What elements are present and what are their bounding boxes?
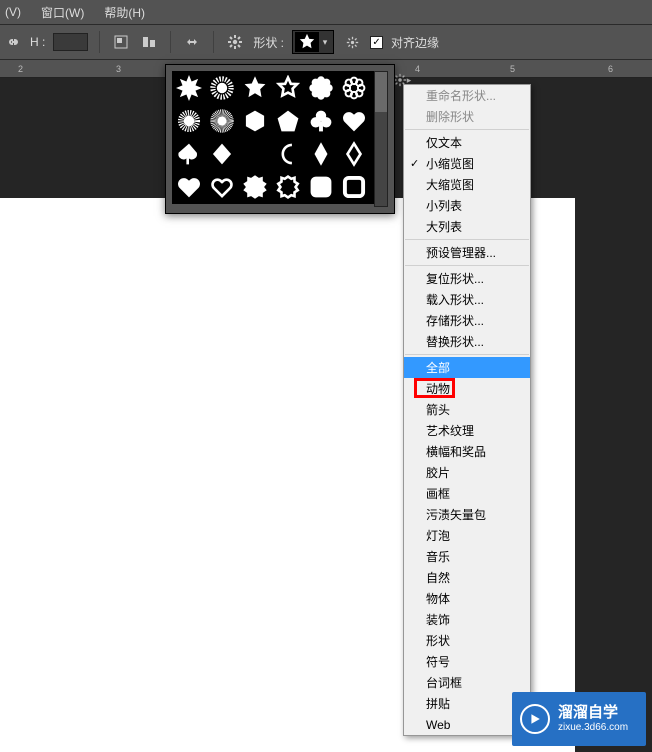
menu-all[interactable]: 全部 [404, 357, 530, 378]
shape-rounded-square[interactable] [305, 171, 337, 203]
arrange-icon[interactable] [182, 32, 202, 52]
menu-small-list[interactable]: 小列表 [404, 195, 530, 216]
menu-delete-shape: 删除形状 [404, 106, 530, 127]
menu-frames[interactable]: 画框 [404, 483, 530, 504]
menu-grime[interactable]: 污渍矢量包 [404, 504, 530, 525]
shape-moon-outline[interactable] [272, 138, 304, 170]
shape-moon-solid[interactable] [239, 138, 271, 170]
menu-rename-shape: 重命名形状... [404, 85, 530, 106]
shape-star-outline[interactable] [272, 72, 304, 104]
context-menu: 重命名形状... 删除形状 仅文本 小缩览图 大缩览图 小列表 大列表 预设管理… [403, 84, 531, 736]
menu-ornaments[interactable]: 装饰 [404, 609, 530, 630]
shape-rounded-square-outline[interactable] [338, 171, 370, 203]
menu-nature[interactable]: 自然 [404, 567, 530, 588]
watermark-url: zixue.3d66.com [558, 722, 628, 733]
shape-grid[interactable] [172, 71, 388, 204]
menu-preset-manager[interactable]: 预设管理器... [404, 242, 530, 263]
gear-icon[interactable] [225, 32, 245, 52]
align-edge-icon[interactable] [139, 32, 159, 52]
chevron-down-icon: ▾ [319, 32, 331, 52]
menu-film[interactable]: 胶片 [404, 462, 530, 483]
shape-heart-solid2[interactable] [173, 171, 205, 203]
shape-scrollbar[interactable] [374, 71, 388, 207]
menu-large-list[interactable]: 大列表 [404, 216, 530, 237]
shape-heart[interactable] [338, 105, 370, 137]
menu-reset-shapes[interactable]: 复位形状... [404, 268, 530, 289]
menu-art-textures[interactable]: 艺术纹理 [404, 420, 530, 441]
menu-light-bulbs[interactable]: 灯泡 [404, 525, 530, 546]
shape-flower[interactable] [305, 72, 337, 104]
shape-spade[interactable] [173, 138, 205, 170]
align-box-icon[interactable] [111, 32, 131, 52]
watermark: 溜溜自学 zixue.3d66.com [512, 692, 646, 746]
shape-diamond-outline[interactable] [338, 138, 370, 170]
shape-label: 形状 : [253, 34, 284, 51]
menu-replace-shapes[interactable]: 替换形状... [404, 331, 530, 352]
link-icon[interactable] [2, 32, 22, 52]
shape-diamond-solid[interactable] [206, 138, 238, 170]
menu-banners[interactable]: 横幅和奖品 [404, 441, 530, 462]
menu-animals[interactable]: 动物 [404, 378, 530, 399]
h-input[interactable] [53, 33, 88, 51]
h-label: H : [30, 35, 45, 49]
shape-panel [165, 64, 395, 214]
menu-load-shapes[interactable]: 载入形状... [404, 289, 530, 310]
shape-burst-12[interactable] [206, 72, 238, 104]
menu-music[interactable]: 音乐 [404, 546, 530, 567]
align-edges-label: 对齐边缘 [391, 34, 439, 51]
shape-seal-8[interactable] [239, 171, 271, 203]
menu-talk-bubbles[interactable]: 台词框 [404, 672, 530, 693]
shape-star-solid[interactable] [239, 72, 271, 104]
menu-view[interactable]: (V) [5, 5, 21, 19]
shape-club[interactable] [305, 105, 337, 137]
menu-large-thumb[interactable]: 大缩览图 [404, 174, 530, 195]
menu-arrows[interactable]: 箭头 [404, 399, 530, 420]
shape-sun-16[interactable] [173, 105, 205, 137]
menu-symbols[interactable]: 符号 [404, 651, 530, 672]
watermark-brand: 溜溜自学 [558, 705, 628, 722]
shape-burst-8[interactable] [173, 72, 205, 104]
shape-hexagon[interactable] [239, 105, 271, 137]
shape-diamond-narrow[interactable] [305, 138, 337, 170]
menu-save-shapes[interactable]: 存储形状... [404, 310, 530, 331]
play-icon [520, 704, 550, 734]
menu-text-only[interactable]: 仅文本 [404, 132, 530, 153]
menu-shapes[interactable]: 形状 [404, 630, 530, 651]
shape-picker[interactable]: ▾ [292, 30, 334, 54]
shape-heart-outline[interactable] [206, 171, 238, 203]
gear-icon-2[interactable] [342, 32, 362, 52]
menu-help[interactable]: 帮助(H) [104, 4, 145, 21]
shape-pentagon[interactable] [272, 105, 304, 137]
menu-objects[interactable]: 物体 [404, 588, 530, 609]
shape-seal-outline[interactable] [272, 171, 304, 203]
shape-sun-24[interactable] [206, 105, 238, 137]
menu-window[interactable]: 窗口(W) [41, 4, 84, 21]
menu-small-thumb[interactable]: 小缩览图 [404, 153, 530, 174]
shape-flower-outline[interactable] [338, 72, 370, 104]
shape-preview [295, 32, 319, 52]
align-edges-checkbox[interactable]: ✓ [370, 36, 383, 49]
